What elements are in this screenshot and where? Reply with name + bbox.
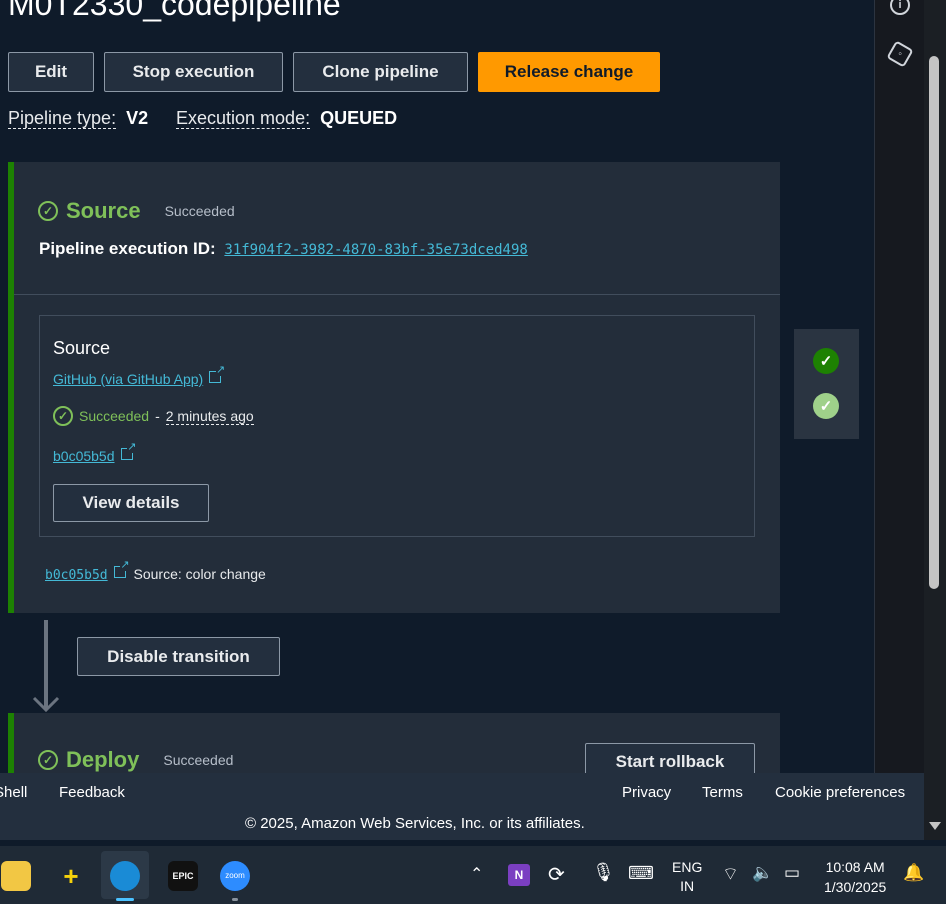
zoom-icon[interactable]: zoom [220, 861, 250, 891]
execution-id-row: Pipeline execution ID: 31f904f2-3982-487… [39, 239, 528, 259]
commit-link[interactable]: b0c05b5d [53, 448, 115, 464]
clock-date: 1/30/2025 [824, 879, 887, 895]
stage-commit-message: Source: color change [133, 566, 266, 582]
settings-hex-icon[interactable]: ◦ [886, 40, 914, 68]
cloudshell-link[interactable]: Shell [0, 784, 27, 801]
provider-link[interactable]: GitHub (via GitHub App) [53, 371, 203, 387]
commit-row: b0c05b5d [53, 442, 137, 464]
file-explorer-icon[interactable] [1, 861, 31, 891]
right-side-rail: i ◦ [874, 0, 924, 773]
transition-arrow-icon [32, 620, 60, 713]
scrollbar[interactable] [924, 0, 946, 840]
source-stage-status: Succeeded [164, 203, 235, 219]
clock[interactable]: 10:08 AM 1/30/2025 [824, 857, 886, 897]
execution-mode: Execution mode: QUEUED [176, 108, 397, 129]
execution-id-label: Pipeline execution ID: [39, 239, 216, 258]
speaker-icon[interactable]: 🔈 [752, 863, 773, 883]
copyright-text: © 2025, Amazon Web Services, Inc. or its… [245, 815, 585, 832]
action-time[interactable]: 2 minutes ago [165, 408, 254, 425]
deploy-stage-title: Deploy [66, 747, 140, 772]
app-plus-icon[interactable]: + [56, 861, 86, 891]
windows-taskbar: + EPIC zoom ⌃ N ⟳ 🎙 ⌨ ENG IN ⌔ 🔈 ▭ 10:08… [0, 846, 946, 904]
clock-time: 10:08 AM [825, 859, 885, 875]
language-indicator[interactable]: ENG IN [672, 858, 702, 896]
clone-pipeline-button[interactable]: Clone pipeline [293, 52, 468, 92]
status-separator: - [155, 408, 160, 424]
execution-mode-value: QUEUED [320, 108, 398, 128]
show-hidden-icons-chevron-icon[interactable]: ⌃ [470, 864, 483, 884]
language-code: ENG [672, 859, 703, 875]
source-action-card: Source GitHub (via GitHub App) ✓ Succeed… [39, 315, 755, 537]
external-link-icon [209, 365, 226, 383]
scroll-down-arrow-icon[interactable] [929, 822, 941, 830]
edit-button[interactable]: Edit [8, 52, 94, 92]
edge-browser-icon[interactable] [110, 861, 140, 891]
execution-id-link[interactable]: 31f904f2-3982-4870-83bf-35e73dced498 [224, 242, 527, 258]
deploy-stage-header: ✓ Deploy Succeeded [38, 747, 233, 773]
stage-commit-link[interactable]: b0c05b5d [45, 568, 108, 583]
pipeline-type-label[interactable]: Pipeline type: [8, 108, 117, 129]
battery-icon[interactable]: ▭ [784, 863, 800, 883]
success-dot-icon[interactable]: ✓ [813, 348, 839, 374]
check-circle-icon: ✓ [38, 201, 58, 221]
provider-row: GitHub (via GitHub App) [53, 365, 226, 387]
pipeline-type-value: V2 [126, 108, 149, 128]
pipeline-type: Pipeline type: V2 [8, 108, 148, 129]
release-change-button[interactable]: Release change [478, 52, 660, 92]
feedback-link[interactable]: Feedback [59, 784, 125, 801]
privacy-link[interactable]: Privacy [622, 784, 671, 801]
microphone-icon[interactable]: 🎙 [592, 862, 615, 883]
stop-execution-button[interactable]: Stop execution [104, 52, 283, 92]
region-code: IN [680, 878, 695, 894]
terms-link[interactable]: Terms [702, 784, 743, 801]
stage-overview-panel: ✓ ✓ [794, 329, 859, 439]
action-status: Succeeded [79, 408, 150, 424]
view-details-button[interactable]: View details [53, 484, 209, 522]
info-icon[interactable]: i [890, 0, 910, 15]
execution-mode-label[interactable]: Execution mode: [176, 108, 311, 129]
deploy-stage: ✓ Deploy Succeeded Start rollback [8, 713, 780, 781]
success-dot-icon[interactable]: ✓ [813, 393, 839, 419]
running-indicator [232, 898, 238, 901]
onenote-icon[interactable]: N [508, 864, 530, 886]
action-name: Source [53, 338, 111, 358]
check-circle-icon: ✓ [53, 406, 73, 426]
wifi-icon[interactable]: ⌔ [722, 863, 739, 886]
notification-bell-icon[interactable]: 🔔 [903, 863, 924, 883]
sync-icon[interactable]: ⟳ [548, 862, 565, 887]
action-status-row: ✓ Succeeded - 2 minutes ago [53, 406, 254, 426]
source-stage-title: Source [66, 198, 141, 223]
divider [14, 294, 780, 295]
scrollbar-thumb[interactable] [929, 56, 939, 589]
source-stage: ✓ Source Succeeded Pipeline execution ID… [8, 162, 780, 613]
external-link-icon [113, 560, 130, 578]
disable-transition-button[interactable]: Disable transition [77, 637, 280, 676]
epic-games-icon[interactable]: EPIC [168, 861, 198, 891]
console-footer: Shell Feedback Privacy Terms Cookie pref… [0, 773, 924, 840]
cookie-preferences-link[interactable]: Cookie preferences [775, 784, 905, 801]
active-indicator [116, 898, 134, 901]
source-stage-header: ✓ Source Succeeded [38, 198, 235, 224]
keyboard-icon[interactable]: ⌨ [628, 863, 654, 884]
check-circle-icon: ✓ [38, 750, 58, 770]
external-link-icon [120, 442, 137, 460]
codepipeline-console: M0T2330_codepipeline Edit Stop execution… [0, 0, 946, 904]
page-title: M0T2330_codepipeline [8, 0, 341, 22]
deploy-stage-status: Succeeded [163, 752, 234, 768]
stage-commit-row: b0c05b5d Source: color change [45, 560, 266, 583]
